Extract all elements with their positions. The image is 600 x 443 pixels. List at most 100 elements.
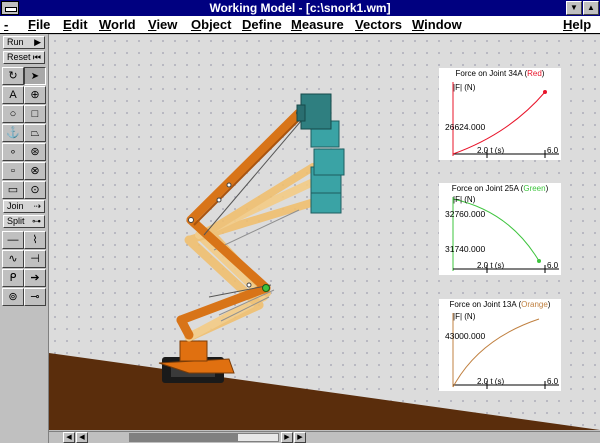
back-icon: ◀ xyxy=(79,434,85,441)
minimize-icon: ▼ xyxy=(570,3,578,12)
rotate-tool[interactable]: ↻ xyxy=(2,67,24,85)
meter-t-max: 6.0 xyxy=(547,146,559,155)
force-arrow-icon: ➔ xyxy=(30,272,40,284)
tape-thumb[interactable] xyxy=(130,434,238,441)
spring-tool[interactable]: ⌇ xyxy=(24,231,46,249)
zoom-tool[interactable]: ⊕ xyxy=(24,86,46,104)
motor-tool[interactable]: ⊚ xyxy=(2,288,24,306)
maximize-icon: ▲ xyxy=(587,3,595,12)
joint-pin-1 xyxy=(226,182,232,188)
join-button[interactable]: Join ⇢ xyxy=(3,200,45,213)
reset-button[interactable]: Reset ⏮ xyxy=(3,51,45,64)
title-bar: Working Model - [c:\snork1.wm] ▼ ▲ xyxy=(0,0,600,16)
torque-tool[interactable]: ⊸ xyxy=(24,288,46,306)
meter-endpoint xyxy=(537,259,541,263)
menu-world[interactable]: World xyxy=(99,16,136,33)
tape-scrollbar: ◀ ◀ ▶ ▶ xyxy=(49,431,600,443)
tape-end-button[interactable]: ▶ xyxy=(294,432,306,443)
forward-icon: ▶ xyxy=(284,434,290,441)
square-point-tool[interactable]: ▫ xyxy=(2,162,24,180)
pointer-tool[interactable]: ➤ xyxy=(24,67,46,85)
circle-tool[interactable]: ○ xyxy=(2,105,24,123)
meter-t-label: 2.0 t (s) xyxy=(477,261,505,270)
slot-tool[interactable]: ▭ xyxy=(2,181,24,199)
bucket-rim xyxy=(296,104,306,122)
joint-13a-marker xyxy=(262,284,270,292)
torque-icon: ⊸ xyxy=(30,291,40,303)
keyed-slot-tool[interactable]: ⊙ xyxy=(24,181,46,199)
menu-window[interactable]: Window xyxy=(412,16,462,33)
run-button[interactable]: Run ▶ xyxy=(3,36,45,49)
maximize-button[interactable]: ▲ xyxy=(583,1,599,15)
motor-icon: ⊚ xyxy=(8,291,18,303)
menu-object[interactable]: Object xyxy=(191,16,231,33)
meter-joint-34a[interactable]: Force on Joint 34A (Red) |F| (N) 26624.0… xyxy=(439,68,561,160)
menu-file[interactable]: File xyxy=(28,16,50,33)
keyed-slot-icon: ⊙ xyxy=(30,184,40,196)
rod-tool[interactable]: — xyxy=(2,231,24,249)
main-bucket xyxy=(296,93,332,130)
point-tool[interactable]: ∘ xyxy=(2,143,24,161)
menu-edit[interactable]: Edit xyxy=(63,16,88,33)
ghost-bucket-3 xyxy=(313,148,345,176)
pointer-icon: ➤ xyxy=(30,71,40,82)
toolbox: Run ▶ Reset ⏮ ↻ ➤ A ⊕ ○ □ ⚓ ⏢ ∘ ⊛ ▫ ⊗ ▭ … xyxy=(0,34,49,443)
joint-pin-3 xyxy=(246,282,252,288)
rope-tool[interactable]: ᑭ xyxy=(2,269,24,287)
rotate-icon: ↻ xyxy=(8,70,18,82)
rigid-joint-icon: ⊗ xyxy=(30,165,40,177)
minimize-button[interactable]: ▼ xyxy=(566,1,582,15)
meter-t-label: 2.0 t (s) xyxy=(477,146,505,155)
force-tool[interactable]: ➔ xyxy=(24,269,46,287)
pin-tool[interactable]: ⊛ xyxy=(24,143,46,161)
end-icon: ▶ xyxy=(297,434,303,441)
rigid-joint-tool[interactable]: ⊗ xyxy=(24,162,46,180)
tape-start-button[interactable]: ◀ xyxy=(63,432,75,443)
meter-y-label: |F| (N) xyxy=(453,195,476,204)
lift-base xyxy=(158,340,235,383)
tape-track[interactable] xyxy=(129,433,279,442)
anchor-icon: ⚓ xyxy=(6,127,20,139)
start-icon: ◀ xyxy=(66,434,72,441)
joint-pin-2 xyxy=(216,197,222,203)
damper-tool[interactable]: ∿ xyxy=(2,250,24,268)
menu-help[interactable]: Help xyxy=(563,16,591,33)
rectangle-tool[interactable]: □ xyxy=(24,105,46,123)
workspace-canvas[interactable]: Force on Joint 34A (Red) |F| (N) 26624.0… xyxy=(49,35,600,430)
menu-measure[interactable]: Measure xyxy=(291,16,344,33)
sysmenu-dash[interactable]: - xyxy=(4,16,8,33)
play-icon: ▶ xyxy=(34,37,41,47)
polygon-icon: ⏢ xyxy=(30,127,40,139)
rectangle-icon: □ xyxy=(31,108,39,120)
upper-boom xyxy=(186,108,304,225)
tape-forward-button[interactable]: ▶ xyxy=(281,432,293,443)
reset-label: Reset xyxy=(7,52,31,62)
joint-25a-marker xyxy=(188,217,194,223)
text-tool[interactable]: A xyxy=(2,86,24,104)
damper-icon: ∿ xyxy=(8,253,18,265)
join-label: Join xyxy=(7,201,24,211)
zoom-icon: ⊕ xyxy=(30,89,40,101)
meter-y-label: |F| (N) xyxy=(453,312,476,321)
menu-view[interactable]: View xyxy=(148,16,177,33)
menu-define[interactable]: Define xyxy=(242,16,282,33)
meter-joint-25a[interactable]: Force on Joint 25A (Green) |F| (N) 32760… xyxy=(439,183,561,275)
point-icon: ∘ xyxy=(9,146,17,158)
actuator-tool[interactable]: ⊣ xyxy=(24,250,46,268)
menu-vectors[interactable]: Vectors xyxy=(355,16,402,33)
window-title: Working Model - [c:\snork1.wm] xyxy=(209,1,391,15)
split-button[interactable]: Split ⊶ xyxy=(3,215,45,228)
meter-value-lower: 31740.000 xyxy=(445,244,486,254)
meter-endpoint xyxy=(543,90,547,94)
tape-back-button[interactable]: ◀ xyxy=(76,432,88,443)
actuator-icon: ⊣ xyxy=(30,253,40,265)
meter-value: 26624.000 xyxy=(445,122,486,132)
circle-icon: ○ xyxy=(9,108,17,120)
menu-bar: - File Edit World View Object Define Mea… xyxy=(0,16,600,34)
rod-icon: — xyxy=(7,234,19,246)
meter-joint-13a[interactable]: Force on Joint 13A (Orange) |F| (N) 4300… xyxy=(439,299,561,391)
square-point-icon: ▫ xyxy=(11,165,15,177)
anchor-tool[interactable]: ⚓ xyxy=(2,124,24,142)
polygon-tool[interactable]: ⏢ xyxy=(24,124,46,142)
split-icon: ⊶ xyxy=(32,216,41,226)
